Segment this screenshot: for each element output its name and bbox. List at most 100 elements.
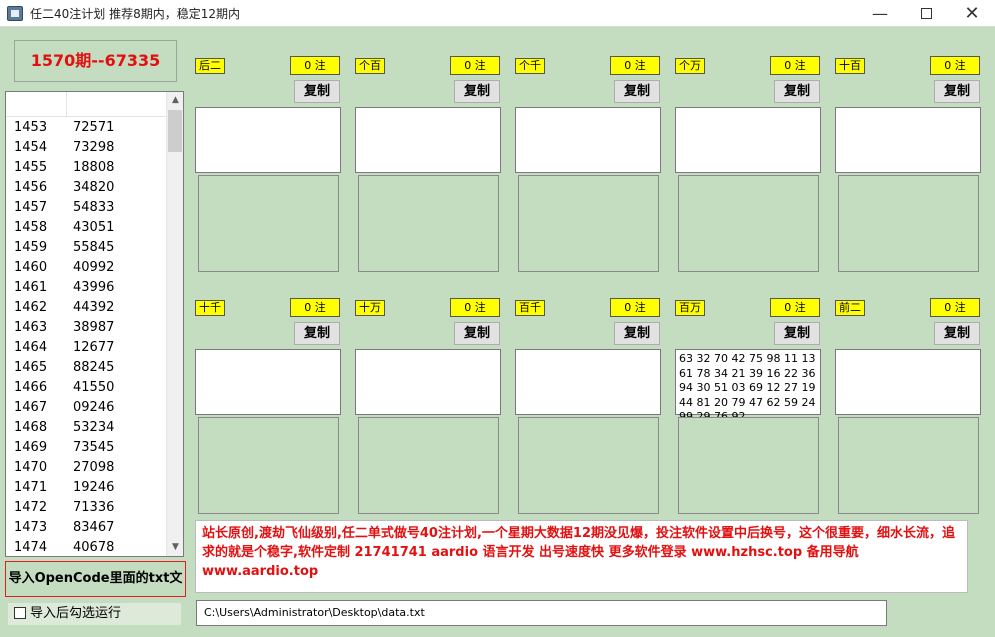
count-field[interactable]: 0 注 xyxy=(610,298,660,317)
list-item[interactable]: 1474 40678 xyxy=(6,538,167,556)
close-button[interactable]: ✕ xyxy=(949,0,995,27)
history-number: 53234 xyxy=(73,420,115,435)
history-scrollbar[interactable]: ▲ ▼ xyxy=(166,92,183,556)
history-number: 88245 xyxy=(73,360,115,375)
group-subpanel xyxy=(838,175,979,272)
history-number: 43996 xyxy=(73,280,115,295)
count-field[interactable]: 0 注 xyxy=(450,298,500,317)
history-issue: 1471 xyxy=(14,480,48,495)
history-issue: 1459 xyxy=(14,240,48,255)
group-label: 个千 xyxy=(515,58,545,74)
list-item[interactable]: 1464 12677 xyxy=(6,338,167,358)
output-textbox[interactable] xyxy=(515,349,661,415)
copy-button[interactable]: 复制 xyxy=(774,322,820,345)
group-label: 十千 xyxy=(195,300,225,316)
scroll-down-arrow-icon[interactable]: ▼ xyxy=(167,539,183,556)
copy-button[interactable]: 复制 xyxy=(614,322,660,345)
copy-button[interactable]: 复制 xyxy=(454,80,500,103)
count-field[interactable]: 0 注 xyxy=(770,298,820,317)
output-textbox[interactable] xyxy=(355,349,501,415)
scroll-up-arrow-icon[interactable]: ▲ xyxy=(167,92,183,109)
history-issue: 1456 xyxy=(14,180,48,195)
list-item[interactable]: 1470 27098 xyxy=(6,458,167,478)
list-item[interactable]: 1460 40992 xyxy=(6,258,167,278)
notice-text: 站长原创,渡劫飞仙级别,任二单式做号40注计划,一个星期大数据12期没见爆，投注… xyxy=(195,520,968,593)
copy-button[interactable]: 复制 xyxy=(934,322,980,345)
list-item[interactable]: 1473 83467 xyxy=(6,518,167,538)
group-label: 百千 xyxy=(515,300,545,316)
group-subpanel xyxy=(838,417,979,514)
checkbox-box[interactable] xyxy=(14,606,26,619)
list-item[interactable]: 1459 55845 xyxy=(6,238,167,258)
count-field[interactable]: 0 注 xyxy=(450,56,500,75)
history-issue: 1470 xyxy=(14,460,48,475)
history-issue: 1462 xyxy=(14,300,48,315)
import-txt-button[interactable]: 导入OpenCode里面的txt文本 xyxy=(5,561,186,620)
count-field[interactable]: 0 注 xyxy=(290,298,340,317)
copy-button[interactable]: 复制 xyxy=(294,80,340,103)
list-item[interactable]: 1456 34820 xyxy=(6,178,167,198)
history-issue: 1469 xyxy=(14,440,48,455)
group-subpanel xyxy=(678,175,819,272)
list-item[interactable]: 1465 88245 xyxy=(6,358,167,378)
maximize-button[interactable] xyxy=(903,0,949,27)
output-textbox[interactable] xyxy=(675,107,821,173)
history-issue: 1468 xyxy=(14,420,48,435)
list-item[interactable]: 1457 54833 xyxy=(6,198,167,218)
history-issue: 1455 xyxy=(14,160,48,175)
history-issue: 1454 xyxy=(14,140,48,155)
output-textbox[interactable] xyxy=(195,349,341,415)
output-textbox[interactable] xyxy=(835,349,981,415)
group-subpanel xyxy=(518,417,659,514)
history-issue: 1473 xyxy=(14,520,48,535)
list-item[interactable]: 1468 53234 xyxy=(6,418,167,438)
window-title: 任二40注计划 推荐8期内，稳定12期内 xyxy=(30,7,240,21)
output-textbox[interactable] xyxy=(195,107,341,173)
history-issue: 1461 xyxy=(14,280,48,295)
copy-button[interactable]: 复制 xyxy=(454,322,500,345)
copy-button[interactable]: 复制 xyxy=(934,80,980,103)
list-item[interactable]: 1462 44392 xyxy=(6,298,167,318)
copy-button[interactable]: 复制 xyxy=(774,80,820,103)
auto-run-checkbox[interactable]: 导入后勾选运行 xyxy=(14,606,121,622)
group-subpanel xyxy=(198,175,339,272)
list-item[interactable]: 1455 18808 xyxy=(6,158,167,178)
history-issue: 1458 xyxy=(14,220,48,235)
output-textbox[interactable] xyxy=(835,107,981,173)
list-item[interactable]: 1458 43051 xyxy=(6,218,167,238)
list-item[interactable]: 1472 71336 xyxy=(6,498,167,518)
list-item[interactable]: 1454 73298 xyxy=(6,138,167,158)
copy-button[interactable]: 复制 xyxy=(614,80,660,103)
history-number: 12677 xyxy=(73,340,115,355)
history-number: 72571 xyxy=(73,120,115,135)
output-textbox[interactable]: 63 32 70 42 75 98 11 13 61 78 34 21 39 1… xyxy=(675,349,821,423)
list-item[interactable]: 1461 43996 xyxy=(6,278,167,298)
count-field[interactable]: 0 注 xyxy=(770,56,820,75)
history-issue: 1463 xyxy=(14,320,48,335)
scroll-thumb[interactable] xyxy=(168,110,182,152)
copy-button[interactable]: 复制 xyxy=(294,322,340,345)
count-field[interactable]: 0 注 xyxy=(930,298,980,317)
column-divider xyxy=(66,92,67,117)
list-item[interactable]: 1467 09246 xyxy=(6,398,167,418)
output-textbox[interactable] xyxy=(515,107,661,173)
file-path-field[interactable]: C:\Users\Administrator\Desktop\data.txt xyxy=(196,600,887,626)
count-field[interactable]: 0 注 xyxy=(930,56,980,75)
history-number: 54833 xyxy=(73,200,115,215)
history-number: 27098 xyxy=(73,460,115,475)
list-item[interactable]: 1463 38987 xyxy=(6,318,167,338)
list-item[interactable]: 1466 41550 xyxy=(6,378,167,398)
list-item[interactable]: 1453 72571 xyxy=(6,118,167,138)
list-item[interactable]: 1471 19246 xyxy=(6,478,167,498)
count-field[interactable]: 0 注 xyxy=(290,56,340,75)
history-number: 41550 xyxy=(73,380,115,395)
history-list[interactable]: 1453 72571 1454 73298 1455 18808 1456 34820 1457… xyxy=(5,91,184,557)
history-issue: 1465 xyxy=(14,360,48,375)
group-subpanel xyxy=(198,417,339,514)
group-label: 后二 xyxy=(195,58,225,74)
output-textbox[interactable] xyxy=(355,107,501,173)
list-item[interactable]: 1469 73545 xyxy=(6,438,167,458)
app-icon xyxy=(7,6,23,21)
count-field[interactable]: 0 注 xyxy=(610,56,660,75)
minimize-button[interactable]: — xyxy=(857,0,903,27)
